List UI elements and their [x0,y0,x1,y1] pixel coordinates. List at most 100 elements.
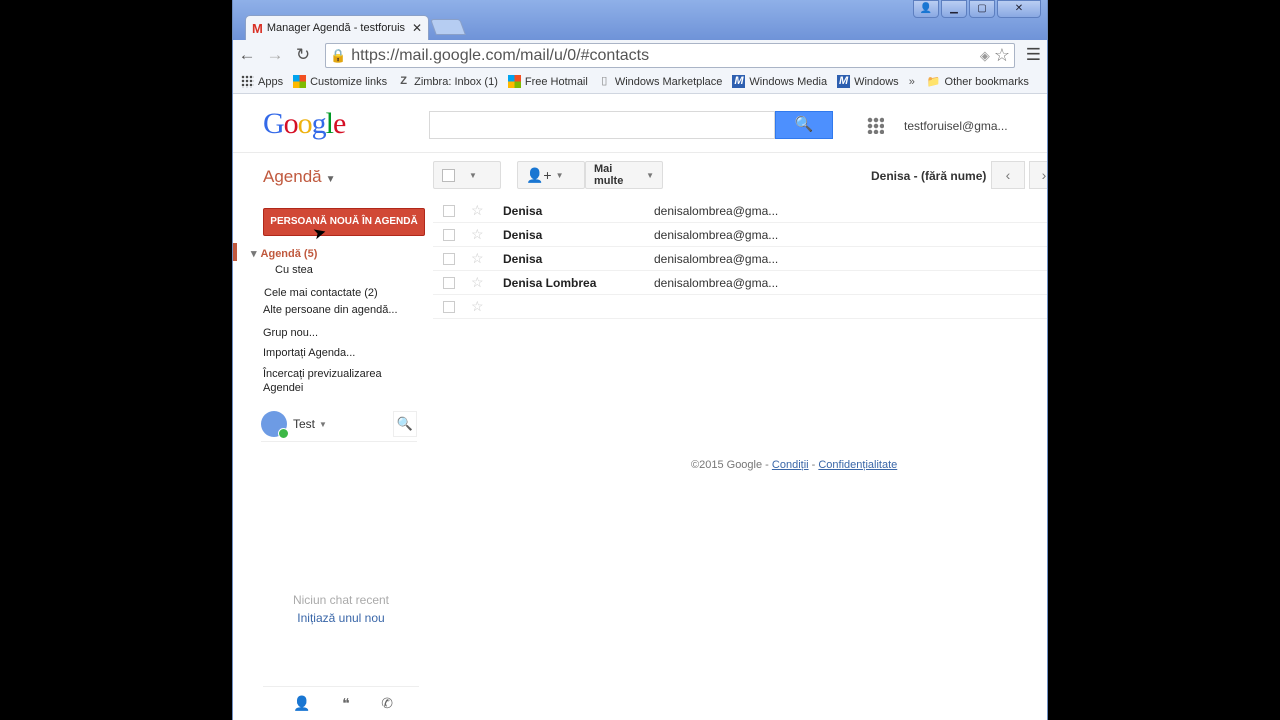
title-bar: M Manager Agendă - testforuis ✕ 👤 ▁ ▢ ✕ [233,0,1047,40]
copyright: ©2015 Google [691,459,763,471]
window-controls: 👤 ▁ ▢ ✕ [911,0,1041,18]
forward-icon[interactable]: → [261,45,289,65]
select-all-checkbox[interactable] [442,168,455,182]
app-switcher[interactable]: Agendă ▼ [263,167,336,187]
gmail-icon: M [252,20,263,36]
chevron-down-icon: ▼ [555,170,564,180]
bookmark-apps[interactable]: Apps [241,75,283,88]
header-divider [233,152,1047,153]
account-email[interactable]: testforuisel@gma... [904,119,1008,133]
selected-contact-title: Denisa - (fără nume) [871,169,987,183]
sidebar-item-new-group[interactable]: Grup nou... [263,327,318,339]
sidebar-item-agenda[interactable]: Agendă (5) [251,247,318,260]
star-icon[interactable]: ☆ [471,250,485,267]
sidebar-item-import[interactable]: Importați Agenda... [263,347,355,359]
contact-name: Denisa Lombrea [503,275,597,290]
chat-user-name: Test [293,417,316,431]
url-text[interactable]: https://mail.google.com/mail/u/0/#contac… [351,47,980,65]
search-input[interactable] [429,111,775,139]
extension-icon[interactable]: ◈ [980,48,990,64]
lock-icon: 🔒 [330,47,347,63]
sidebar-item-preview-line2[interactable]: Agendei [263,382,303,394]
new-tab-button[interactable] [430,19,466,35]
chat-bottom-icons: 👤 ❝ ✆ [293,695,393,712]
hangouts-icon[interactable]: ❝ [342,695,350,712]
bookmark-windows-media[interactable]: M Windows Media [732,75,827,88]
row-checkbox[interactable] [443,204,455,217]
sidebar-item-other[interactable]: Alte persoane din agendă... [263,304,398,316]
start-chat-link[interactable]: Inițiază unul nou [263,611,419,625]
address-bar[interactable]: 🔒 https://mail.google.com/mail/u/0/#cont… [325,43,1015,68]
msn-icon: M [732,75,746,88]
avatar[interactable] [261,411,289,439]
new-contact-button[interactable]: PERSOANĂ NOUĂ ÎN AGENDĂ [263,208,425,236]
chat-search-icon[interactable]: 🔍 [393,411,417,437]
more-button[interactable]: Mai multe ▼ [585,161,663,189]
contact-name: Denisa [503,251,543,266]
search-icon: 🔍 [794,116,814,133]
row-checkbox[interactable] [443,300,455,313]
previous-button[interactable]: ‹ [991,161,1025,189]
phone-icon[interactable]: ✆ [381,695,393,712]
sidebar-item-starred[interactable]: Cu stea [275,264,313,276]
more-bookmarks-button[interactable]: » [909,76,915,88]
table-row[interactable]: ☆ Denisa denisalombrea@gma... [433,223,1047,247]
table-row[interactable]: ☆ [433,295,1047,319]
bookmark-star-icon[interactable]: ☆ [994,45,1010,66]
next-button[interactable]: › [1029,161,1047,189]
table-row[interactable]: ☆ Denisa denisalombrea@gma... [433,247,1047,271]
windows-icon [507,75,521,88]
windows-icon [293,75,307,88]
star-icon[interactable]: ☆ [471,226,485,243]
add-to-group-button[interactable]: 👤+ ▼ [517,161,585,189]
table-row[interactable]: ☆ Denisa denisalombrea@gma... [433,199,1047,223]
contact-name: Denisa [503,227,543,242]
apps-grid-icon[interactable] [867,117,884,134]
search-button[interactable]: 🔍 [775,111,833,139]
user-icon[interactable]: 👤 [913,0,939,18]
sidebar-item-preview[interactable]: Încercați previzualizarea [263,368,382,380]
folder-icon: 📁 [926,76,941,88]
contact-name: Denisa [503,203,543,218]
chevron-down-icon: ▼ [646,170,654,180]
table-row[interactable]: ☆ Denisa Lombrea denisalombrea@gma... [433,271,1047,295]
person-icon[interactable]: 👤 [293,695,310,712]
star-icon[interactable]: ☆ [471,298,485,315]
google-logo[interactable]: Google [263,107,346,141]
close-window-button[interactable]: ✕ [997,0,1041,18]
maximize-button[interactable]: ▢ [969,0,995,18]
row-checkbox[interactable] [443,228,455,241]
select-checkbox-button[interactable]: ▼ [433,161,501,189]
bottom-divider [263,686,419,687]
chevron-down-icon: ▼ [469,170,477,180]
browser-tab[interactable]: M Manager Agendă - testforuis ✕ [245,15,429,40]
dropdown-caret-icon: ▼ [325,174,336,185]
other-bookmarks[interactable]: 📁 Other bookmarks [926,75,1029,89]
minimize-button[interactable]: ▁ [941,0,967,18]
menu-icon[interactable]: ☰ [1026,45,1041,65]
chevron-down-icon: ▼ [319,419,327,429]
chevron-right-icon: › [1041,167,1047,183]
sidebar-item-frequent[interactable]: Cele mai contactate (2) [264,287,378,299]
star-icon[interactable]: ☆ [471,202,485,219]
bookmark-free-hotmail[interactable]: Free Hotmail [507,75,588,88]
browser-toolbar: ← → ↻ 🔒 https://mail.google.com/mail/u/0… [233,40,1047,70]
reload-icon[interactable]: ↻ [289,45,317,65]
star-icon[interactable]: ☆ [471,274,485,291]
contact-email: denisalombrea@gma... [654,275,779,290]
back-icon[interactable]: ← [233,45,261,65]
contact-email: denisalombrea@gma... [654,203,779,218]
page-icon: ▯ [601,75,608,87]
bookmark-zimbra[interactable]: Z Zimbra: Inbox (1) [397,75,498,88]
privacy-link[interactable]: Confidențialitate [818,459,897,471]
row-checkbox[interactable] [443,276,455,289]
bookmark-windows[interactable]: M Windows [837,75,899,88]
bookmark-windows-marketplace[interactable]: ▯ Windows Marketplace [598,75,722,88]
terms-link[interactable]: Condiții [772,459,809,471]
close-tab-icon[interactable]: ✕ [412,21,422,35]
row-checkbox[interactable] [443,252,455,265]
contact-email: denisalombrea@gma... [654,251,779,266]
no-recent-chat: Niciun chat recent [292,593,390,607]
zimbra-icon: Z [400,75,407,87]
bookmark-customize-links[interactable]: Customize links [293,75,387,88]
